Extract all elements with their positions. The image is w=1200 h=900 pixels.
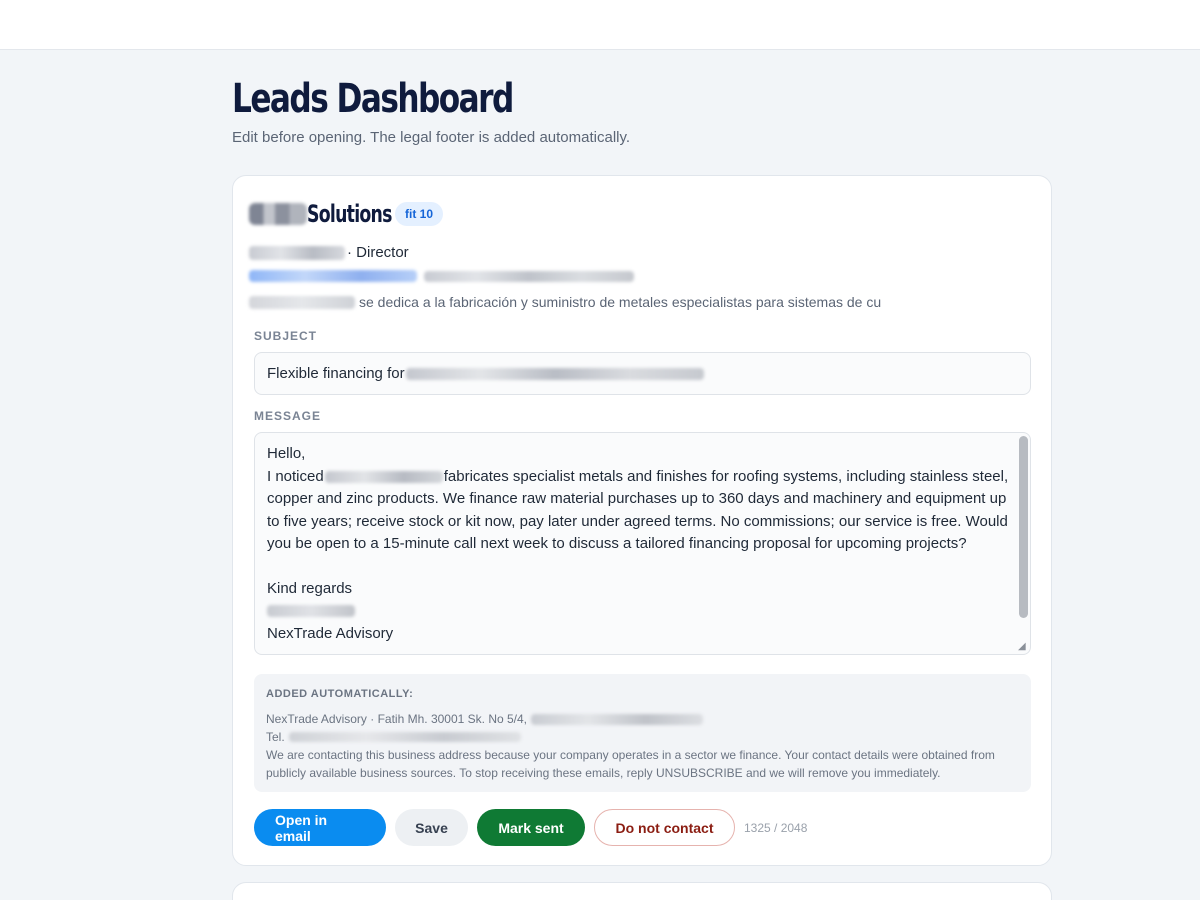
redacted-company-ref <box>249 295 355 309</box>
message-body: I noticed fabricates specialist metals an… <box>267 467 1009 553</box>
message-closing: Kind regards <box>267 579 353 597</box>
subject-label: SUBJECT <box>254 329 318 343</box>
save-button[interactable]: Save <box>395 809 468 846</box>
message-company: NexTrade Advisory <box>267 624 394 642</box>
lead-card: Solutions fit 10 · Director se dedica a … <box>232 175 1052 866</box>
redacted-company-name <box>249 203 307 225</box>
redacted-contact-name <box>249 245 345 260</box>
open-in-email-button[interactable]: Open in email <box>254 809 386 846</box>
do-not-contact-button[interactable]: Do not contact <box>594 809 735 846</box>
contact-details-row <box>249 270 634 282</box>
footer-legal-note: We are contacting this business address … <box>266 748 995 780</box>
fit-score-badge: fit 10 <box>395 202 444 226</box>
message-scrollbar[interactable] <box>1019 436 1028 618</box>
redacted-subject-part <box>405 367 704 380</box>
message-label: MESSAGE <box>254 409 322 423</box>
company-name-suffix: Solutions <box>307 200 392 228</box>
mark-sent-button[interactable]: Mark sent <box>477 809 585 846</box>
footer-label: ADDED AUTOMATICALLY: <box>266 688 414 700</box>
redacted-contact-info <box>424 270 634 282</box>
redacted-email-link[interactable] <box>249 270 417 282</box>
redacted-phone <box>288 732 521 742</box>
page-title: Leads Dashboard <box>232 76 514 122</box>
company-description: se dedica a la fabricación y suministro … <box>249 294 881 310</box>
redacted-company-mention <box>324 470 443 483</box>
subject-text: Flexible financing for <box>267 365 405 382</box>
character-count: 1325 / 2048 <box>744 820 808 835</box>
action-bar: Open in email Save Mark sent Do not cont… <box>254 809 807 846</box>
next-lead-card <box>232 882 1052 900</box>
company-header: Solutions fit 10 <box>249 200 444 228</box>
contact-role: · Director <box>347 244 409 261</box>
redacted-sender-name <box>267 605 355 618</box>
footer-tel: Tel. <box>266 728 1019 746</box>
message-greeting: Hello, <box>267 445 306 462</box>
description-text: se dedica a la fabricación y suministro … <box>359 294 882 310</box>
page-subtitle: Edit before opening. The legal footer is… <box>232 129 631 146</box>
footer-address: NexTrade Advisory · Fatih Mh. 30001 Sk. … <box>266 710 1019 728</box>
resize-handle-icon[interactable]: ◢ <box>1018 642 1028 652</box>
contact-row: · Director <box>249 244 409 261</box>
auto-footer-panel: ADDED AUTOMATICALLY: NexTrade Advisory ·… <box>254 674 1031 792</box>
top-bar <box>0 0 1200 50</box>
message-textarea[interactable]: Hello, I noticed fabricates specialist me… <box>254 432 1031 655</box>
subject-input[interactable]: Flexible financing for <box>254 352 1031 395</box>
redacted-address <box>531 713 704 725</box>
